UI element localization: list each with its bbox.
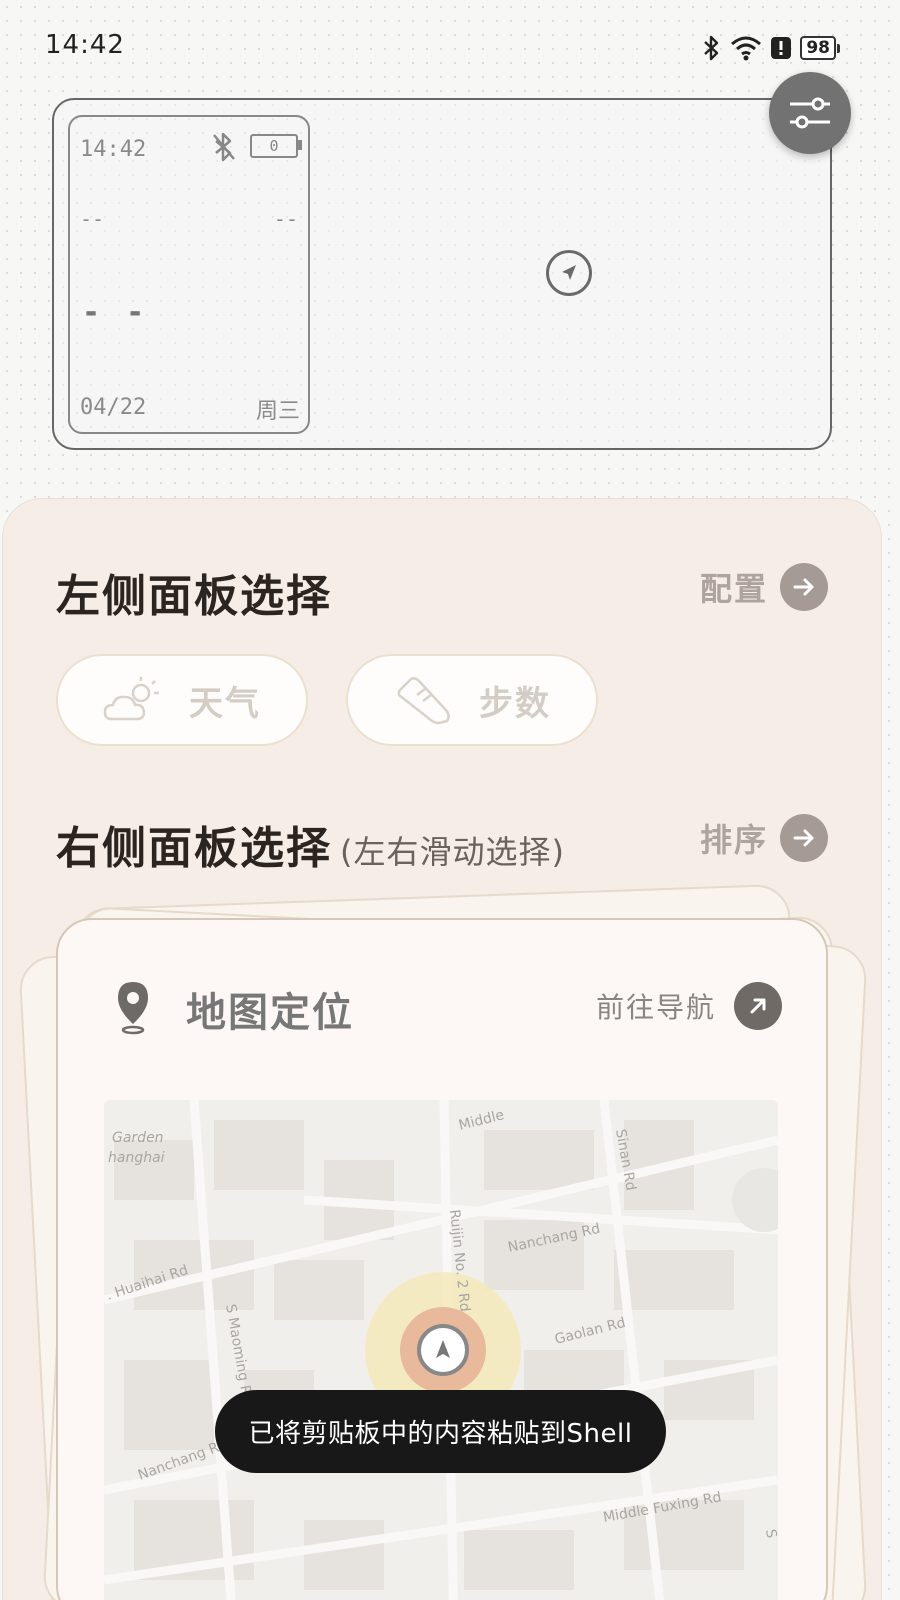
mini-time: 14:42 [80,137,147,162]
status-icons: 98 [702,34,840,62]
navigate-button[interactable]: 前往导航 [596,982,782,1030]
battery-icon: 98 [800,36,840,60]
alert-icon [771,37,792,59]
mini-date: 04/22 [80,395,147,420]
mini-weekday: 周三 [255,399,300,424]
sort-button[interactable]: 排序 [700,814,828,862]
mini-main-value: - - [82,295,149,330]
battery-level: 98 [800,36,836,60]
chip-steps[interactable]: 步数 [346,654,598,746]
status-time: 14:42 [45,30,125,60]
settings-sliders-button[interactable] [769,72,851,154]
map-location-card[interactable]: 地图定位 前往导航 Garden hanghai Middle Sinan Rd… [56,918,828,1600]
bluetooth-off-icon [213,132,235,162]
wifi-icon [731,36,762,61]
left-panel-title: 左侧面板选择 [56,571,332,622]
map-card-title: 地图定位 [186,990,354,1036]
chip-steps-label: 步数 [479,683,551,724]
arrow-right-icon [780,563,828,611]
chip-weather[interactable]: 天气 [56,654,308,746]
mini-left-value: -- [80,207,105,231]
configure-label: 配置 [699,570,768,608]
weather-cloud-sun-icon [103,677,159,721]
sneaker-icon [397,677,450,725]
map-label-shanghai: hanghai [108,1150,165,1166]
toast-message: 已将剪贴板中的内容粘贴到Shell [215,1390,666,1473]
navigation-arrow-icon [546,250,592,296]
right-panel-title: 右侧面板选择 [56,823,332,874]
sliders-icon [790,97,830,129]
map-view[interactable]: Garden hanghai Middle Sinan Rd Ruijin No… [104,1100,778,1600]
sort-label: 排序 [699,821,768,859]
arrow-up-right-icon [734,982,782,1030]
mini-watch-face: 14:42 0 -- -- - - 04/22 周三 [68,115,310,434]
configure-button[interactable]: 配置 [700,563,828,611]
arrow-right-icon [780,814,828,862]
location-pin-icon [118,982,148,1035]
bluetooth-icon [704,35,719,61]
navigate-label: 前往导航 [595,991,716,1024]
right-panel-header: 右侧面板选择 (左右滑动选择) [56,812,565,876]
chip-weather-label: 天气 [189,683,261,724]
right-panel-subtitle: (左右滑动选择) [340,833,565,871]
map-label-garden: Garden [112,1130,164,1146]
mini-battery: 0 [250,134,298,158]
mini-right-value: -- [273,207,298,231]
map-tiles: Garden hanghai Middle Sinan Rd Ruijin No… [104,1100,778,1600]
